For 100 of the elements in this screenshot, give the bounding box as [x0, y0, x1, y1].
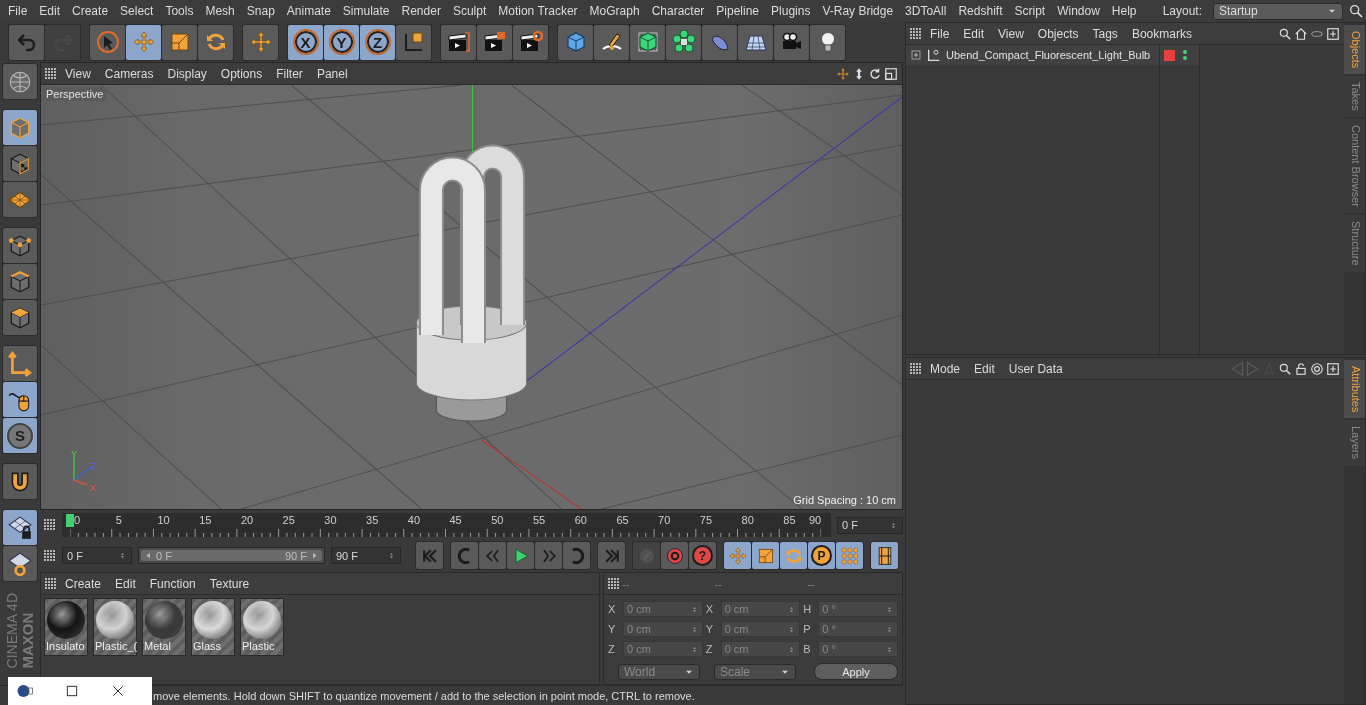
menu-item[interactable]: Motion Tracker [492, 4, 584, 18]
key-button[interactable] [661, 542, 688, 569]
menu-item[interactable]: MoGraph [583, 4, 646, 18]
toolbar-button[interactable] [441, 24, 476, 60]
transport-button[interactable] [507, 542, 534, 569]
transport-button[interactable] [451, 542, 478, 569]
toolbar-button[interactable] [162, 24, 197, 60]
material-swatch[interactable]: Plastic_( [93, 598, 137, 656]
toolbar-button[interactable]: X [288, 24, 323, 60]
menu-item[interactable]: Bookmarks [1125, 26, 1198, 41]
menu-item[interactable]: Edit [957, 26, 991, 41]
current-frame-field[interactable]: 0 F [837, 516, 903, 534]
menu-item[interactable]: User Data [1002, 361, 1069, 376]
transport-button[interactable] [563, 542, 590, 569]
menu-item[interactable]: View [992, 26, 1030, 41]
playhead-thumb[interactable] [66, 514, 74, 527]
timeline-ruler[interactable]: 0 5 10 15 20 25 30 35 40 45 50 55 60 65 70 75 80 85 90 [62, 513, 831, 537]
material-swatch[interactable]: Glass [191, 598, 235, 656]
tool-button[interactable] [3, 510, 37, 545]
tool-button[interactable] [3, 228, 37, 263]
frame-number: 70 [658, 514, 671, 526]
timeline-button[interactable] [871, 542, 898, 569]
toolbar-button[interactable] [513, 24, 548, 60]
transport-button[interactable] [416, 542, 443, 569]
toolbar-button[interactable] [198, 24, 233, 60]
object-row[interactable]: Ubend_Compact_Fluorescent_Light_Bulb [906, 45, 1160, 65]
tool-button[interactable] [3, 146, 37, 181]
menu-item[interactable]: Simulate [336, 4, 396, 18]
menu-item[interactable]: File [2, 4, 34, 18]
spinner-icon [118, 551, 127, 560]
menu-item[interactable]: Plugins [765, 4, 817, 18]
side-tab[interactable]: Objects [1344, 25, 1365, 75]
menu-item[interactable]: Edit [109, 576, 142, 591]
axis-icon [7, 350, 33, 377]
side-tab[interactable]: Attributes [1344, 360, 1365, 419]
menu-item[interactable]: Create [59, 576, 108, 591]
toolbar-button[interactable] [666, 24, 701, 60]
menu-item[interactable]: Snap [240, 4, 281, 18]
grip-icon [44, 519, 56, 531]
menu-item[interactable]: Edit [33, 4, 67, 18]
menu-item[interactable]: Script [1008, 4, 1052, 18]
menu-item[interactable]: Cameras [98, 66, 160, 81]
maximize-icon [64, 683, 80, 699]
menu-item[interactable]: Select [114, 4, 160, 18]
menu-item[interactable]: Tools [159, 4, 200, 18]
start-frame-field[interactable]: 0 F [62, 547, 132, 564]
menu-item[interactable]: Sculpt [446, 4, 493, 18]
tool-button[interactable]: S [3, 418, 37, 453]
toolbar-button[interactable] [630, 24, 665, 60]
toolbar-button[interactable] [594, 24, 629, 60]
toolbar-button[interactable] [738, 24, 773, 60]
end-frame-field[interactable]: 90 F [331, 547, 401, 564]
toolbar-button[interactable] [477, 24, 512, 60]
toolbar-button[interactable] [126, 24, 161, 60]
search-icon [1278, 361, 1292, 376]
toolbar-button[interactable]: Y [324, 24, 359, 60]
menu-item[interactable]: Help [1105, 4, 1143, 18]
menu-item[interactable]: View [59, 66, 97, 81]
menu-item[interactable]: Redshift [952, 4, 1009, 18]
material-swatch[interactable]: Insulato [44, 598, 88, 656]
menu-item[interactable]: Edit [968, 361, 1001, 376]
menu-item[interactable]: Tags [1086, 26, 1124, 41]
transport-button[interactable] [479, 542, 506, 569]
menu-item[interactable]: Texture [203, 576, 256, 591]
menu-item[interactable]: V-Ray Bridge [816, 4, 900, 18]
menu-item[interactable]: Mode [924, 361, 967, 376]
transport-button[interactable] [535, 542, 562, 569]
menu-item[interactable]: Options [214, 66, 269, 81]
menu-item[interactable]: Function [143, 576, 202, 591]
range-start-label: 0 F [156, 549, 172, 562]
layout-dropdown[interactable]: Startup [1213, 2, 1343, 20]
material-swatch[interactable]: Plastic [240, 598, 284, 656]
tool-button[interactable] [3, 264, 37, 299]
toolbar-button[interactable] [396, 24, 431, 60]
menu-item[interactable]: Objects [1031, 26, 1085, 41]
tool-button[interactable] [3, 464, 37, 499]
material-swatch[interactable]: Metal [142, 598, 186, 656]
toolbar-button[interactable] [810, 24, 845, 60]
toolbar-button[interactable] [774, 24, 809, 60]
menu-item[interactable]: Display [161, 66, 213, 81]
menu-item[interactable]: Create [66, 4, 115, 18]
key-button[interactable]: ? [689, 542, 716, 569]
menu-item[interactable]: 3DToAll [899, 4, 953, 18]
menu-item[interactable]: Render [395, 4, 447, 18]
tool-button[interactable] [3, 300, 37, 335]
menu-item[interactable]: Animate [280, 4, 337, 18]
toolbar-button[interactable]: Z [360, 24, 395, 60]
menu-item[interactable]: Panel [310, 66, 354, 81]
spinner-icon [885, 644, 894, 654]
menu-item[interactable]: Window [1051, 4, 1106, 18]
track-button[interactable]: P [808, 542, 835, 569]
tool-button[interactable] [3, 546, 37, 581]
menu-item[interactable]: Pipeline [710, 4, 766, 18]
menu-item[interactable]: File [924, 26, 956, 41]
tool-button[interactable] [3, 382, 37, 417]
menu-item[interactable]: Mesh [199, 4, 241, 18]
transport-button[interactable] [598, 542, 625, 569]
menu-item[interactable]: Character [645, 4, 711, 18]
menu-item[interactable]: Filter [270, 66, 309, 81]
apply-button[interactable]: Apply [814, 663, 898, 680]
